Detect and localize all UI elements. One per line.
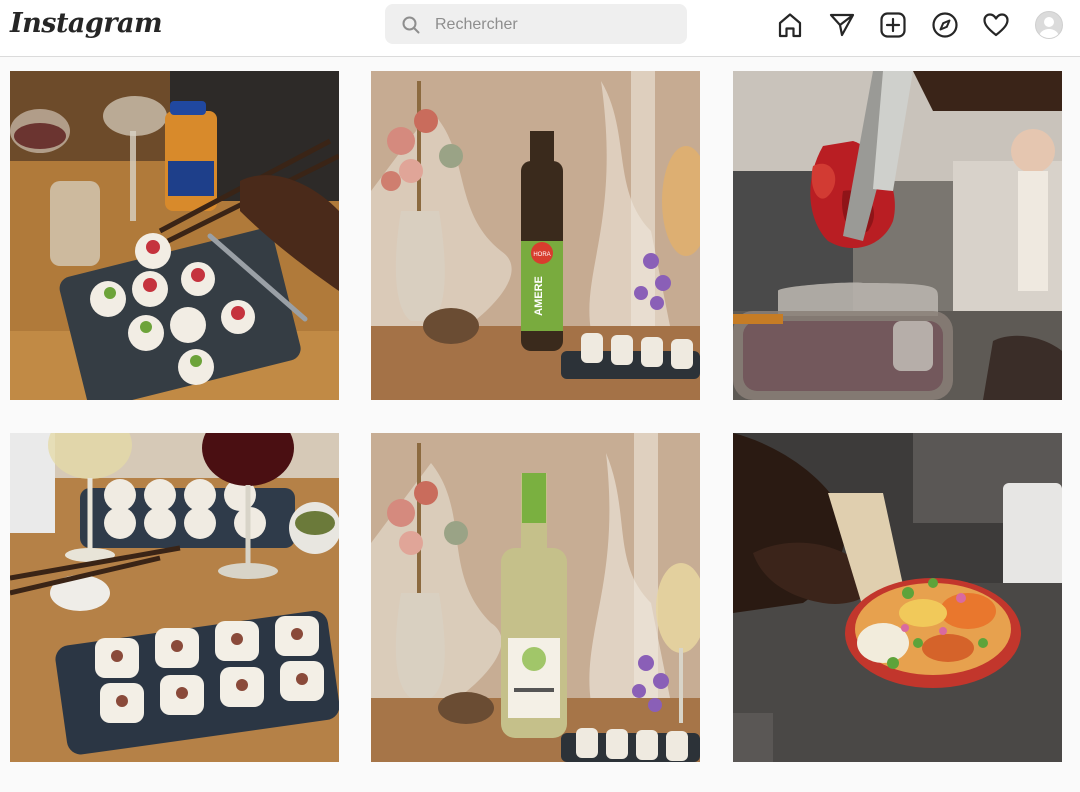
bottle-name-label: AMERE: [533, 276, 545, 316]
profile-avatar[interactable]: [1035, 11, 1063, 39]
search-box[interactable]: [385, 4, 687, 44]
explore-icon[interactable]: [931, 11, 959, 39]
new-post-icon[interactable]: [879, 11, 907, 39]
activity-heart-icon[interactable]: [982, 11, 1010, 39]
instagram-logo[interactable]: Instagram: [10, 8, 163, 39]
post-thumbnail-sushi-chopsticks[interactable]: [10, 71, 339, 400]
bottle-brand-label: HORA: [533, 252, 550, 258]
search-input[interactable]: [433, 12, 677, 38]
search-icon: [402, 16, 420, 34]
post-thumbnail-sushi-plates[interactable]: [10, 433, 339, 762]
top-navigation-bar: Instagram: [0, 0, 1080, 57]
direct-messages-icon[interactable]: [828, 11, 856, 39]
home-icon[interactable]: [776, 11, 804, 39]
post-thumbnail-tongs-flowers[interactable]: [733, 71, 1062, 400]
post-thumbnail-poke-bowl[interactable]: [733, 433, 1062, 762]
post-thumbnail-amere-bottle[interactable]: HORA AMERE: [371, 71, 700, 400]
post-thumbnail-white-wine-bottle[interactable]: [371, 433, 700, 762]
